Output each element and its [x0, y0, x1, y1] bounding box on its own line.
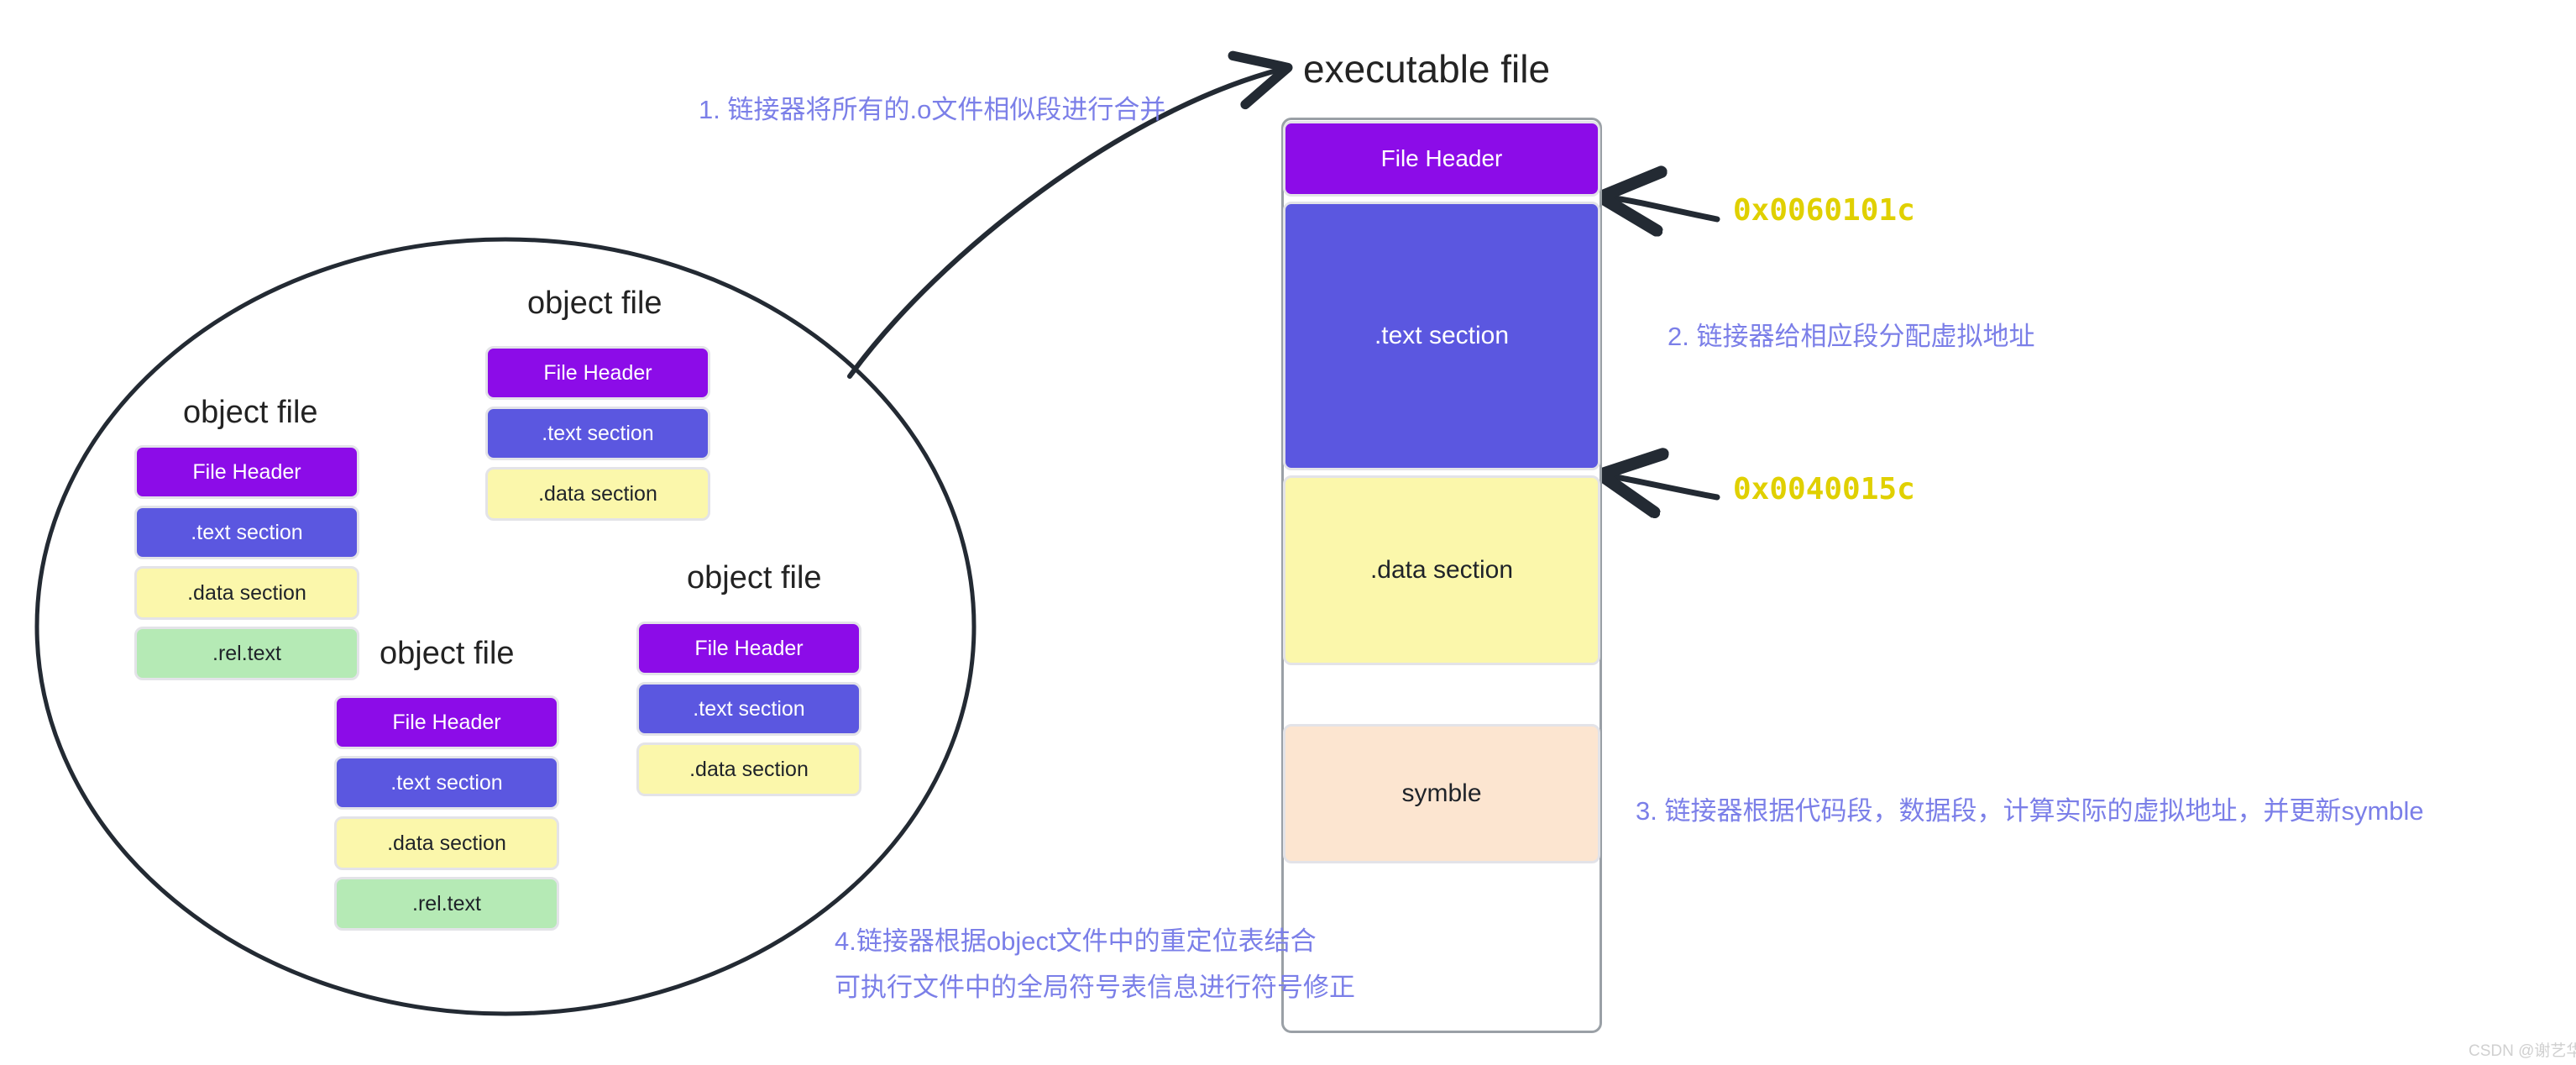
- address-arrow-1: [1606, 197, 1720, 219]
- object-file-1-file-header: File Header: [134, 445, 359, 499]
- object-file-2-title: object file: [527, 286, 662, 321]
- executable-file-header: File Header: [1283, 121, 1600, 197]
- address-arrow-2: [1606, 475, 1720, 497]
- executable-file-title: executable file: [1303, 47, 1551, 91]
- executable-text-section: .text section: [1283, 202, 1600, 470]
- object-file-1-rel-text: .rel.text: [134, 627, 359, 680]
- object-file-2-file-header: File Header: [485, 346, 710, 400]
- object-file-4-data-section: .data section: [636, 742, 861, 796]
- object-file-3-file-header: File Header: [334, 695, 559, 749]
- note-2-assign-virtual-address: 2. 链接器给相应段分配虚拟地址: [1668, 322, 2035, 351]
- address-label-0060101c: 0x0060101c: [1733, 193, 1915, 228]
- object-file-3-text-section: .text section: [334, 756, 559, 810]
- object-file-4-title: object file: [687, 560, 822, 595]
- object-file-1-data-section: .data section: [134, 566, 359, 620]
- note-4-relocation-line1: 4.链接器根据object文件中的重定位表结合: [835, 926, 1317, 956]
- note-3-update-symble: 3. 链接器根据代码段，数据段，计算实际的虚拟地址，并更新symble: [1636, 796, 2424, 826]
- object-file-4-text-section: .text section: [636, 682, 861, 736]
- diagram-canvas: object file File Header .text section .d…: [0, 0, 2576, 1065]
- object-file-1-title: object file: [183, 395, 318, 430]
- note-1-merge-sections: 1. 链接器将所有的.o文件相似段进行合并: [699, 95, 1166, 124]
- executable-symble-section: symble: [1283, 724, 1600, 863]
- object-file-3-rel-text: .rel.text: [334, 877, 559, 931]
- address-label-0040015c: 0x0040015c: [1733, 472, 1915, 506]
- object-file-3-title: object file: [380, 636, 515, 671]
- note-4-relocation-line2: 可执行文件中的全局符号表信息进行符号修正: [835, 973, 1355, 1002]
- object-file-1-text-section: .text section: [134, 506, 359, 559]
- executable-data-section: .data section: [1283, 475, 1600, 665]
- object-file-4-file-header: File Header: [636, 622, 861, 675]
- object-file-2-text-section: .text section: [485, 407, 710, 460]
- object-file-3-data-section: .data section: [334, 816, 559, 870]
- csdn-watermark: CSDN @谢艺华: [2469, 1042, 2576, 1060]
- object-file-2-data-section: .data section: [485, 467, 710, 521]
